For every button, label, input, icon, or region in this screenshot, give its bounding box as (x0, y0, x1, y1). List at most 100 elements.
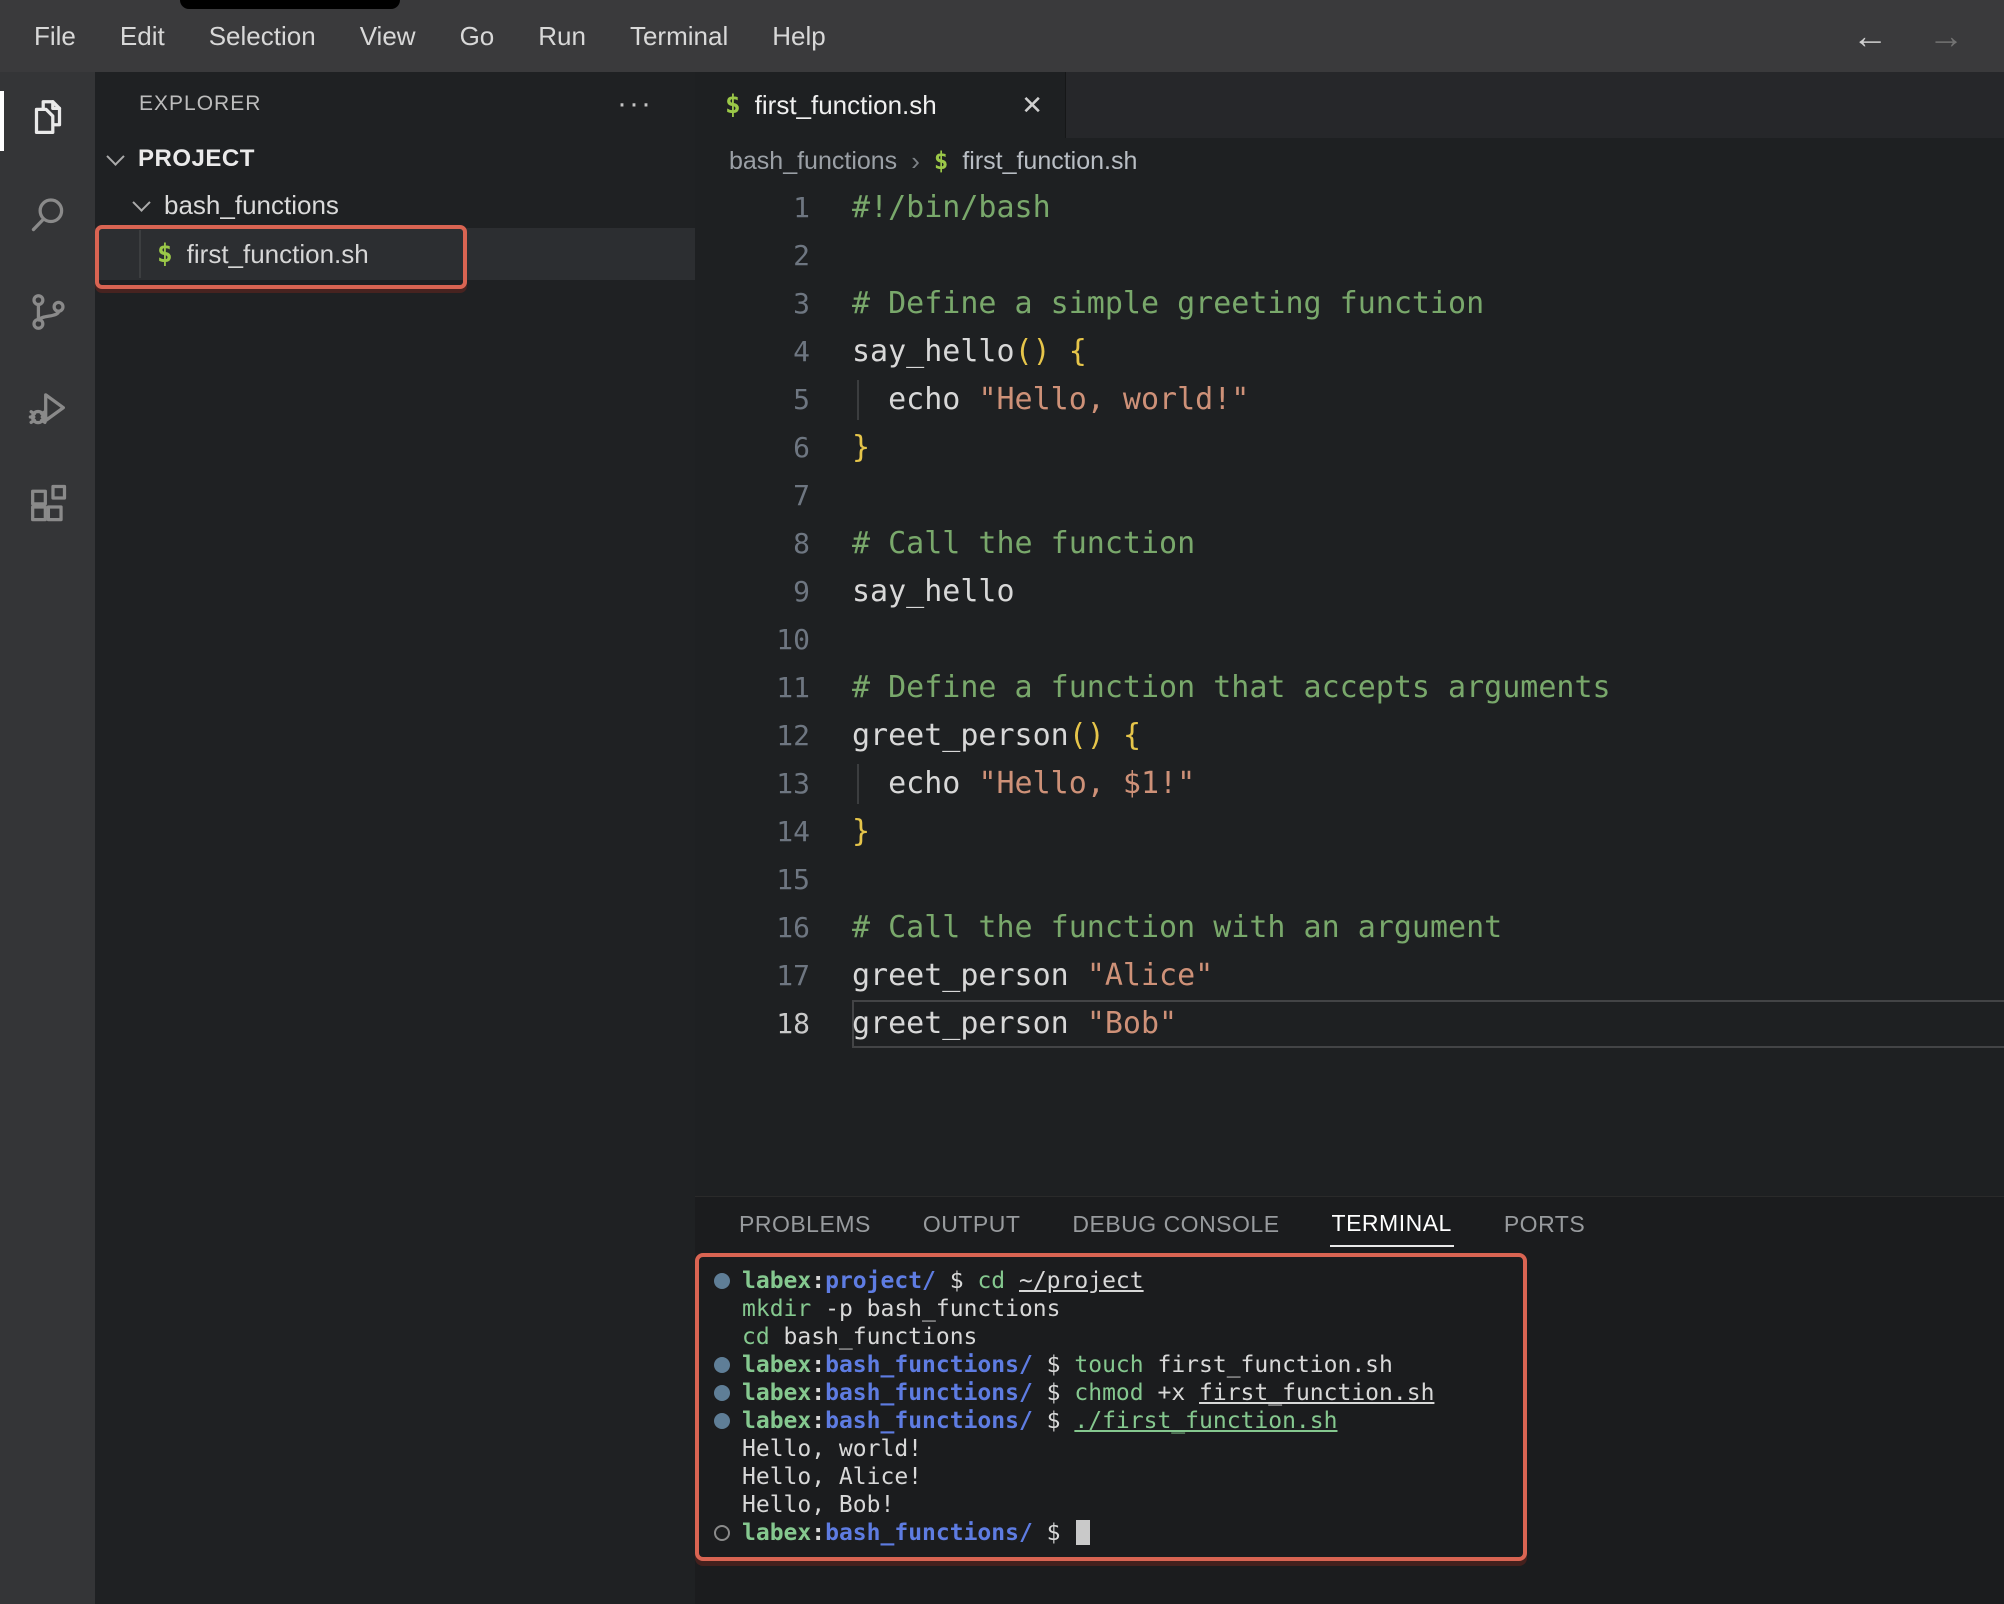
sidebar-item-extensions[interactable] (0, 460, 95, 557)
prompt-spacer (714, 1497, 730, 1513)
menu-item-file[interactable]: File (34, 21, 76, 52)
code-token: } (852, 430, 870, 465)
code-token: () (1069, 718, 1105, 753)
terminal-token: $ (936, 1268, 978, 1294)
sidebar-item-source-control[interactable] (0, 266, 95, 363)
code-line-14[interactable]: 14} (695, 808, 2004, 856)
code-line-12[interactable]: 12greet_person() { (695, 712, 2004, 760)
code-line-17[interactable]: 17greet_person "Alice" (695, 952, 2004, 1000)
code-line-content: echo "Hello, $1!" (852, 760, 2004, 808)
terminal-line-6: labex:bash_functions/ $ ./first_function… (711, 1407, 1523, 1435)
run-debug-icon (25, 386, 71, 437)
menu-item-selection[interactable]: Selection (209, 21, 316, 52)
line-number: 14 (695, 808, 852, 856)
menu-item-help[interactable]: Help (772, 21, 825, 52)
code-line-content: #!/bin/bash (852, 184, 2004, 232)
code-line-8[interactable]: 8# Call the function (695, 520, 2004, 568)
menu-item-terminal[interactable]: Terminal (630, 21, 728, 52)
sidebar-item-explorer[interactable] (0, 72, 95, 169)
indent-guide-icon (857, 380, 859, 420)
panel-tab-problems[interactable]: PROBLEMS (737, 1205, 873, 1246)
terminal-line-3: cd bash_functions (711, 1323, 1523, 1351)
panel-tab-terminal[interactable]: TERMINAL (1330, 1204, 1454, 1247)
breadcrumb-file[interactable]: first_function.sh (962, 147, 1137, 176)
code-line-13[interactable]: 13 echo "Hello, $1!" (695, 760, 2004, 808)
code-token: } (852, 814, 870, 849)
menu-item-edit[interactable]: Edit (120, 21, 165, 52)
code-token: () (1015, 334, 1051, 369)
prompt-done-icon (714, 1273, 730, 1289)
terminal[interactable]: labex:project/ $ cd ~/projectmkdir -p ba… (711, 1267, 1523, 1547)
prompt-done-icon (714, 1357, 730, 1373)
menu-items: File Edit Selection View Go Run Terminal Help (0, 21, 826, 52)
sidebar-item-search[interactable] (0, 169, 95, 266)
code-editor[interactable]: 1#!/bin/bash23# Define a simple greeting… (695, 184, 2004, 1196)
history-navigation: ← → (1852, 18, 2004, 54)
line-number: 8 (695, 520, 852, 568)
code-token: echo (852, 382, 978, 417)
chevron-right-icon: › (911, 146, 920, 177)
panel-tab-debug-console[interactable]: DEBUG CONSOLE (1070, 1205, 1281, 1246)
code-line-18[interactable]: 18greet_person "Bob" (695, 1000, 2004, 1048)
line-number: 6 (695, 424, 852, 472)
code-line-content (852, 616, 2004, 664)
tree-item-first-function[interactable]: $ first_function.sh (95, 228, 695, 280)
code-line-content: greet_person "Alice" (852, 952, 2004, 1000)
breadcrumb: bash_functions › $ first_function.sh (695, 138, 2004, 184)
tab-first-function[interactable]: $ first_function.sh ✕ (695, 72, 1066, 138)
code-token: #!/bin/bash (852, 190, 1051, 225)
more-actions-icon[interactable]: ··· (617, 99, 653, 109)
breadcrumb-folder[interactable]: bash_functions (729, 147, 897, 176)
tab-label: first_function.sh (755, 90, 937, 121)
code-line-15[interactable]: 15 (695, 856, 2004, 904)
code-line-1[interactable]: 1#!/bin/bash (695, 184, 2004, 232)
code-line-content: say_hello() { (852, 328, 2004, 376)
code-line-11[interactable]: 11# Define a function that accepts argum… (695, 664, 2004, 712)
terminal-token: cd (977, 1268, 1019, 1294)
line-number: 18 (695, 1000, 852, 1048)
terminal-line-4: labex:bash_functions/ $ touch first_func… (711, 1351, 1523, 1379)
code-line-6[interactable]: 6} (695, 424, 2004, 472)
file-label: first_function.sh (187, 239, 369, 270)
code-token: "Hello, $1!" (978, 766, 1195, 801)
panel-tab-ports[interactable]: PORTS (1502, 1205, 1587, 1246)
terminal-token: labex (742, 1268, 811, 1294)
code-line-10[interactable]: 10 (695, 616, 2004, 664)
terminal-token: $ (1033, 1380, 1075, 1406)
tree-item-bash-functions[interactable]: bash_functions (95, 182, 695, 228)
code-line-5[interactable]: 5 echo "Hello, world!" (695, 376, 2004, 424)
menu-item-run[interactable]: Run (538, 21, 586, 52)
panel-tab-output[interactable]: OUTPUT (921, 1205, 1023, 1246)
terminal-token: $ (1033, 1408, 1075, 1434)
back-arrow-icon[interactable]: ← (1852, 18, 1888, 54)
line-number: 9 (695, 568, 852, 616)
code-token: # Call the function (852, 526, 1195, 561)
code-token: { (1069, 334, 1087, 369)
code-line-content: } (852, 424, 2004, 472)
terminal-token: bash_functions/ (825, 1380, 1033, 1406)
prompt-done-icon (714, 1385, 730, 1401)
terminal-token: ~/project (1019, 1268, 1144, 1294)
code-line-4[interactable]: 4say_hello() { (695, 328, 2004, 376)
terminal-token: labex (742, 1352, 811, 1378)
code-line-7[interactable]: 7 (695, 472, 2004, 520)
code-line-2[interactable]: 2 (695, 232, 2004, 280)
terminal-token: project/ (825, 1268, 936, 1294)
code-token: greet_person (852, 718, 1069, 753)
code-line-9[interactable]: 9say_hello (695, 568, 2004, 616)
close-icon[interactable]: ✕ (1021, 90, 1043, 121)
shell-file-icon: $ (157, 239, 173, 269)
explorer-title: EXPLORER (139, 92, 261, 116)
tree-item-project[interactable]: PROJECT (95, 136, 695, 182)
terminal-token: +x (1157, 1380, 1199, 1406)
terminal-token: Hello, world! (742, 1436, 922, 1462)
terminal-text: labex:project/ $ cd ~/project (742, 1268, 1144, 1294)
menu-item-go[interactable]: Go (460, 21, 495, 52)
code-line-3[interactable]: 3# Define a simple greeting function (695, 280, 2004, 328)
menu-item-view[interactable]: View (360, 21, 416, 52)
sidebar-item-run-debug[interactable] (0, 363, 95, 460)
code-line-content (852, 472, 2004, 520)
editor-tab-bar: $ first_function.sh ✕ (695, 72, 2004, 138)
prompt-spacer (714, 1469, 730, 1485)
code-line-16[interactable]: 16# Call the function with an argument (695, 904, 2004, 952)
